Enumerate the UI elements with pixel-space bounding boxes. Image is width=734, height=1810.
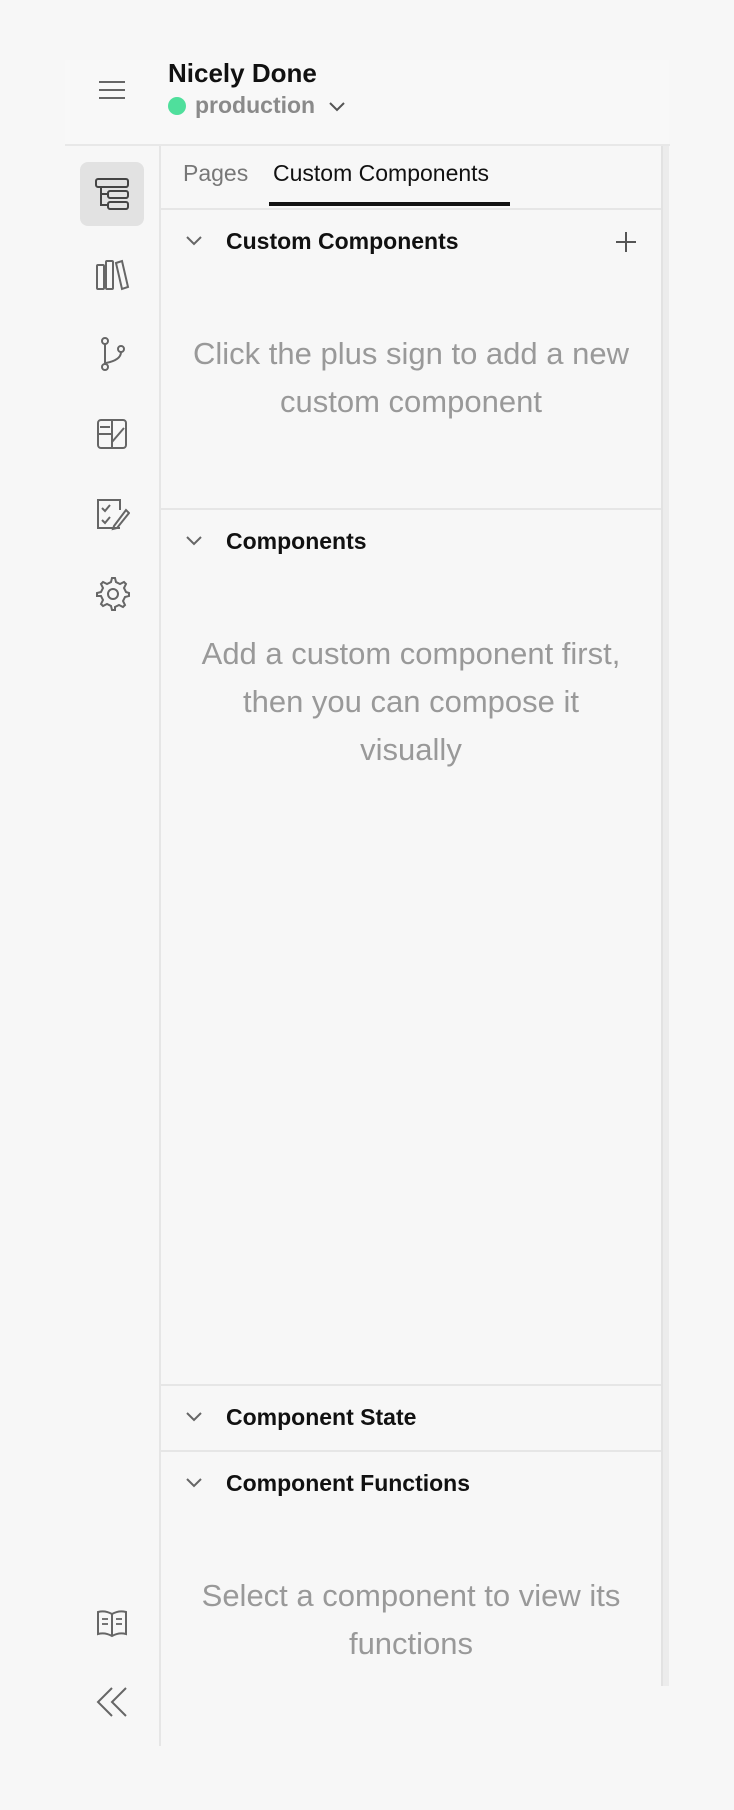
active-tab-indicator — [269, 202, 510, 206]
rail-item-library[interactable] — [80, 242, 144, 306]
environment-status-dot — [168, 96, 186, 115]
tasks-icon — [97, 499, 130, 531]
rail-item-branches[interactable] — [80, 322, 144, 386]
component-functions-empty-message: Select a component to view its functions — [201, 1578, 621, 1661]
chevron-down-icon — [186, 1478, 202, 1488]
section-component-state-header[interactable]: Component State — [161, 1386, 661, 1448]
chevron-down-icon — [186, 236, 202, 246]
hamburger-icon — [99, 81, 125, 99]
section-components-header[interactable]: Components — [161, 510, 661, 572]
gear-icon — [96, 577, 130, 611]
environment-selector[interactable]: production — [168, 92, 346, 119]
section-custom-components-header[interactable]: Custom Components — [161, 210, 661, 272]
docs-book-icon — [97, 1610, 127, 1638]
chevron-down-icon — [328, 100, 346, 112]
left-rail — [65, 146, 160, 1746]
components-empty-message: Add a custom component first, then you c… — [201, 636, 621, 767]
docs-button[interactable] — [90, 1602, 134, 1646]
rail-item-component-tree[interactable] — [80, 162, 144, 226]
chevron-down-icon — [186, 1412, 202, 1422]
panel-scrollbar[interactable] — [663, 146, 669, 1686]
panel-tabs: Pages Custom Components — [161, 146, 661, 210]
rail-item-tasks[interactable] — [80, 482, 144, 546]
custom-components-empty-message: Click the plus sign to add a new custom … — [193, 336, 629, 419]
section-title: Custom Components — [226, 227, 459, 254]
branch-icon — [101, 337, 125, 371]
tab-pages[interactable]: Pages — [183, 160, 248, 187]
section-title: Component State — [226, 1403, 417, 1430]
section-title: Component Functions — [226, 1469, 471, 1496]
section-title: Components — [226, 527, 367, 554]
rail-item-settings[interactable] — [80, 562, 144, 626]
app-window: Nicely Done production Pages Custom Comp… — [0, 0, 734, 1810]
collapse-double-chevron-icon — [96, 1687, 127, 1717]
plus-icon — [616, 232, 636, 252]
add-custom-component-button[interactable] — [610, 226, 642, 258]
header — [65, 60, 669, 144]
section-component-functions-header[interactable]: Component Functions — [161, 1452, 661, 1514]
project-name: Nicely Done — [168, 58, 317, 88]
tab-custom-components[interactable]: Custom Components — [273, 160, 489, 187]
design-tokens-icon — [97, 419, 127, 449]
hamburger-menu-button[interactable] — [94, 76, 130, 104]
chevron-down-icon — [186, 536, 202, 546]
library-icon — [96, 259, 130, 291]
environment-label: production — [195, 92, 316, 118]
rail-item-design-tokens[interactable] — [80, 402, 144, 466]
collapse-sidebar-button[interactable] — [90, 1680, 134, 1724]
component-tree-icon — [95, 178, 129, 210]
